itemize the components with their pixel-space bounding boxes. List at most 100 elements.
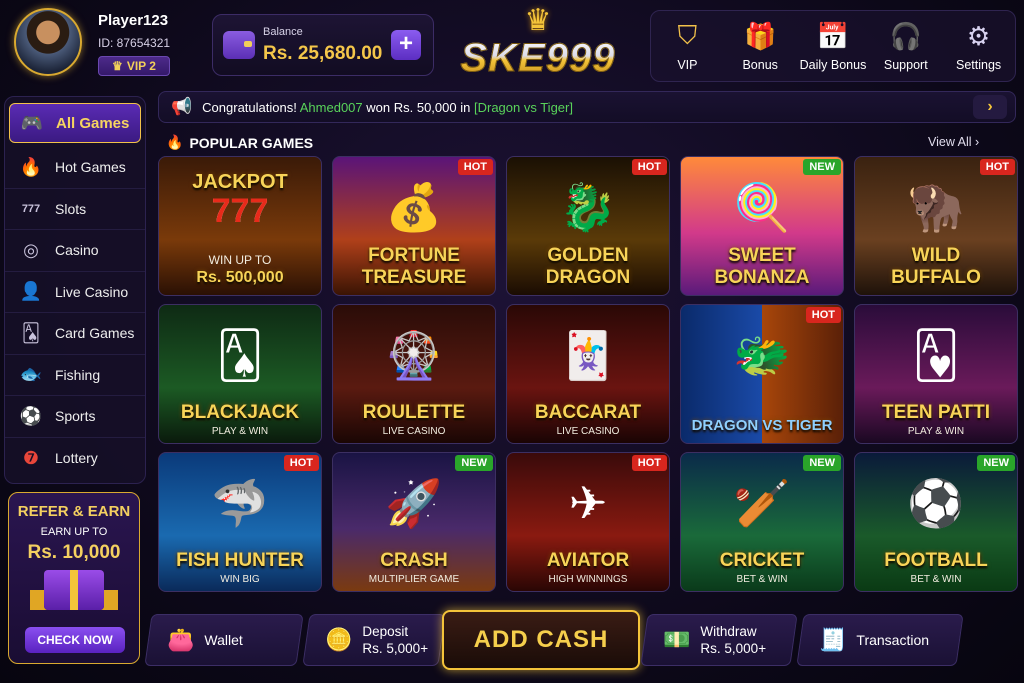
ticker-in: in	[460, 99, 471, 115]
withdraw-label: Withdraw	[700, 624, 757, 639]
refer-title: REFER & EARN	[17, 503, 131, 520]
chevron-right-icon: ›	[975, 135, 980, 149]
game-name: CRICKET	[719, 550, 805, 571]
game-name: ROULETTE	[362, 402, 466, 423]
ticker-prefix: Congratulations!	[202, 99, 297, 115]
game-tag-badge: HOT	[631, 455, 667, 471]
game-card[interactable]: 🃏 BACCARAT LIVE CASINO	[506, 304, 670, 444]
sidebar-item-live-casino[interactable]: 👤 Live Casino	[5, 272, 145, 313]
game-card[interactable]: 🂱 TEEN PATTI PLAY & WIN	[854, 304, 1018, 444]
deposit-label: Deposit	[362, 624, 409, 639]
sidebar-item-hot-games[interactable]: 🔥 Hot Games	[5, 147, 145, 189]
nav-daily-bonus[interactable]: 📅 Daily Bonus	[798, 20, 868, 73]
sidebar-item-fishing[interactable]: 🐟 Fishing	[5, 355, 145, 396]
game-card[interactable]: 💰 HOT FORTUNE TREASURE	[332, 156, 496, 296]
game-subtitle: BET & WIN	[910, 574, 962, 585]
game-card[interactable]: 🂡 BLACKJACK PLAY & WIN	[158, 304, 322, 444]
logo-text: SKE999	[448, 36, 628, 81]
game-name: FOOTBALL	[884, 550, 988, 571]
game-art-icon: 🂱	[912, 329, 960, 381]
gamepad-icon: 🎮	[20, 112, 44, 133]
avatar[interactable]	[14, 8, 82, 76]
bottom-action-bar: 👛 Wallet 🪙 Deposit Rs. 5,000+ ADD CASH 💵 Wit…	[144, 610, 968, 670]
game-subtitle: PLAY & WIN	[907, 426, 965, 437]
add-cash-button[interactable]: ADD CASH	[442, 610, 640, 670]
nav-label: Settings	[955, 58, 1002, 72]
game-card[interactable]: 🚀 NEW CRASH MULTIPLIER GAME	[332, 452, 496, 592]
ticker-text: Congratulations! Ahmed007 won Rs. 50,000…	[202, 100, 573, 115]
sidebar: 🎮 All Games 🔥 Hot Games 777 Slots ◎ Casino 👤…	[4, 96, 146, 484]
fish-icon: 🐟	[19, 364, 43, 385]
game-card[interactable]: 🍭 NEW SWEET BONANZA	[680, 156, 844, 296]
balance-panel: Balance Rs. 25,680.00 +	[212, 14, 434, 76]
nav-support[interactable]: 🎧 Support	[871, 20, 941, 73]
sidebar-item-label: Casino	[55, 242, 99, 259]
games-grid: 777 JACKPOT WIN UP TO Rs. 500,000 💰 HOT FORTUN…	[158, 156, 1020, 592]
nav-label: VIP	[677, 58, 698, 72]
game-name: CRASH	[380, 550, 448, 571]
game-card[interactable]: ⚽ NEW FOOTBALL BET & WIN	[854, 452, 1018, 592]
game-card[interactable]: 🦈 HOT FISH HUNTER WIN BIG	[158, 452, 322, 592]
announcement-ticker[interactable]: 📢 Congratulations! Ahmed007 won Rs. 50,0…	[158, 91, 1016, 123]
sidebar-item-lottery[interactable]: ❼ Lottery	[5, 438, 145, 480]
wallet-label: Wallet	[204, 632, 243, 648]
game-card[interactable]: ✈ HOT AVIATOR HIGH WINNINGS	[506, 452, 670, 592]
crown-icon: ♛	[112, 59, 123, 73]
game-tag-badge: NEW	[455, 455, 493, 471]
vip-badge: ♛ VIP 2	[98, 56, 170, 76]
sidebar-item-slots[interactable]: 777 Slots	[5, 189, 145, 230]
game-card[interactable]: 🐉 HOT GOLDEN DRAGON	[506, 156, 670, 296]
nav-settings[interactable]: ⚙ Settings	[944, 20, 1014, 73]
game-card[interactable]: 🎡 ROULETTE LIVE CASINO	[332, 304, 496, 444]
game-card[interactable]: 🐲 HOT DRAGON VS TIGER	[680, 304, 844, 444]
game-art-icon: 🎡	[385, 329, 443, 381]
refer-earn-panel: REFER & EARN EARN UP TO Rs. 10,000 CHECK…	[8, 492, 140, 664]
game-card[interactable]: 🏏 NEW CRICKET BET & WIN	[680, 452, 844, 592]
nav-label: Support	[883, 58, 928, 72]
sidebar-item-label: All Games	[56, 114, 130, 132]
check-now-button[interactable]: CHECK NOW	[25, 627, 125, 653]
game-tag-badge: HOT	[283, 455, 319, 471]
game-art-icon: 🃏	[559, 329, 617, 381]
deposit-button[interactable]: 🪙 Deposit Rs. 5,000+	[302, 614, 446, 666]
transaction-button[interactable]: 🧾 Transaction	[796, 614, 964, 666]
game-tag-badge: NEW	[977, 455, 1015, 471]
withdraw-button[interactable]: 💵 Withdraw Rs. 5,000+	[640, 614, 798, 666]
sidebar-item-label: Sports	[55, 408, 96, 425]
add-balance-button[interactable]: +	[391, 30, 421, 60]
withdraw-min: Rs. 5,000+	[700, 641, 767, 656]
game-tag-badge: NEW	[803, 455, 841, 471]
sidebar-item-all-games[interactable]: 🎮 All Games	[9, 103, 141, 143]
game-name: GOLDEN DRAGON	[545, 245, 631, 288]
game-name: WILD BUFFALO	[891, 245, 981, 288]
brand-logo[interactable]: ♛ SKE999	[448, 6, 628, 92]
wallet-button[interactable]: 👛 Wallet	[144, 614, 304, 666]
game-tag-badge: HOT	[979, 159, 1015, 175]
sidebar-item-label: Lottery	[55, 450, 98, 467]
sidebar-item-sports[interactable]: ⚽ Sports	[5, 396, 145, 438]
game-name: SWEET BONANZA	[714, 245, 810, 288]
sidebar-item-card-games[interactable]: 🂡 Card Games	[5, 313, 145, 355]
game-card[interactable]: 🦬 HOT WILD BUFFALO	[854, 156, 1018, 296]
game-tag-badge: HOT	[457, 159, 493, 175]
section-title-text: POPULAR GAMES	[189, 134, 314, 151]
player-name: Player123	[98, 12, 169, 29]
cards-icon: 🂡	[21, 322, 41, 343]
soccer-ball-icon: ⚽	[19, 405, 43, 426]
view-all-link[interactable]: View All ›	[928, 135, 979, 149]
balance-value: Rs. 25,680.00	[263, 43, 383, 64]
chevron-right-icon[interactable]: ›	[973, 95, 1007, 119]
game-subtitle: BET & WIN	[736, 574, 788, 585]
game-name: FISH HUNTER	[176, 550, 304, 571]
game-card[interactable]: 777 JACKPOT WIN UP TO Rs. 500,000	[158, 156, 322, 296]
section-title: 🔥 POPULAR GAMES	[166, 134, 313, 151]
sidebar-item-casino[interactable]: ◎ Casino	[5, 230, 145, 272]
chip-icon: ◎	[23, 239, 39, 260]
nav-vip[interactable]: ⛉ VIP	[652, 20, 722, 72]
game-name: AVIATOR	[546, 550, 630, 571]
game-subtitle: LIVE CASINO	[556, 426, 620, 437]
vip-shield-icon: ⛉	[677, 20, 698, 50]
gift-icon: 🎁	[744, 20, 777, 51]
nav-bonus[interactable]: 🎁 Bonus	[725, 20, 795, 73]
transaction-label: Transaction	[856, 632, 930, 648]
